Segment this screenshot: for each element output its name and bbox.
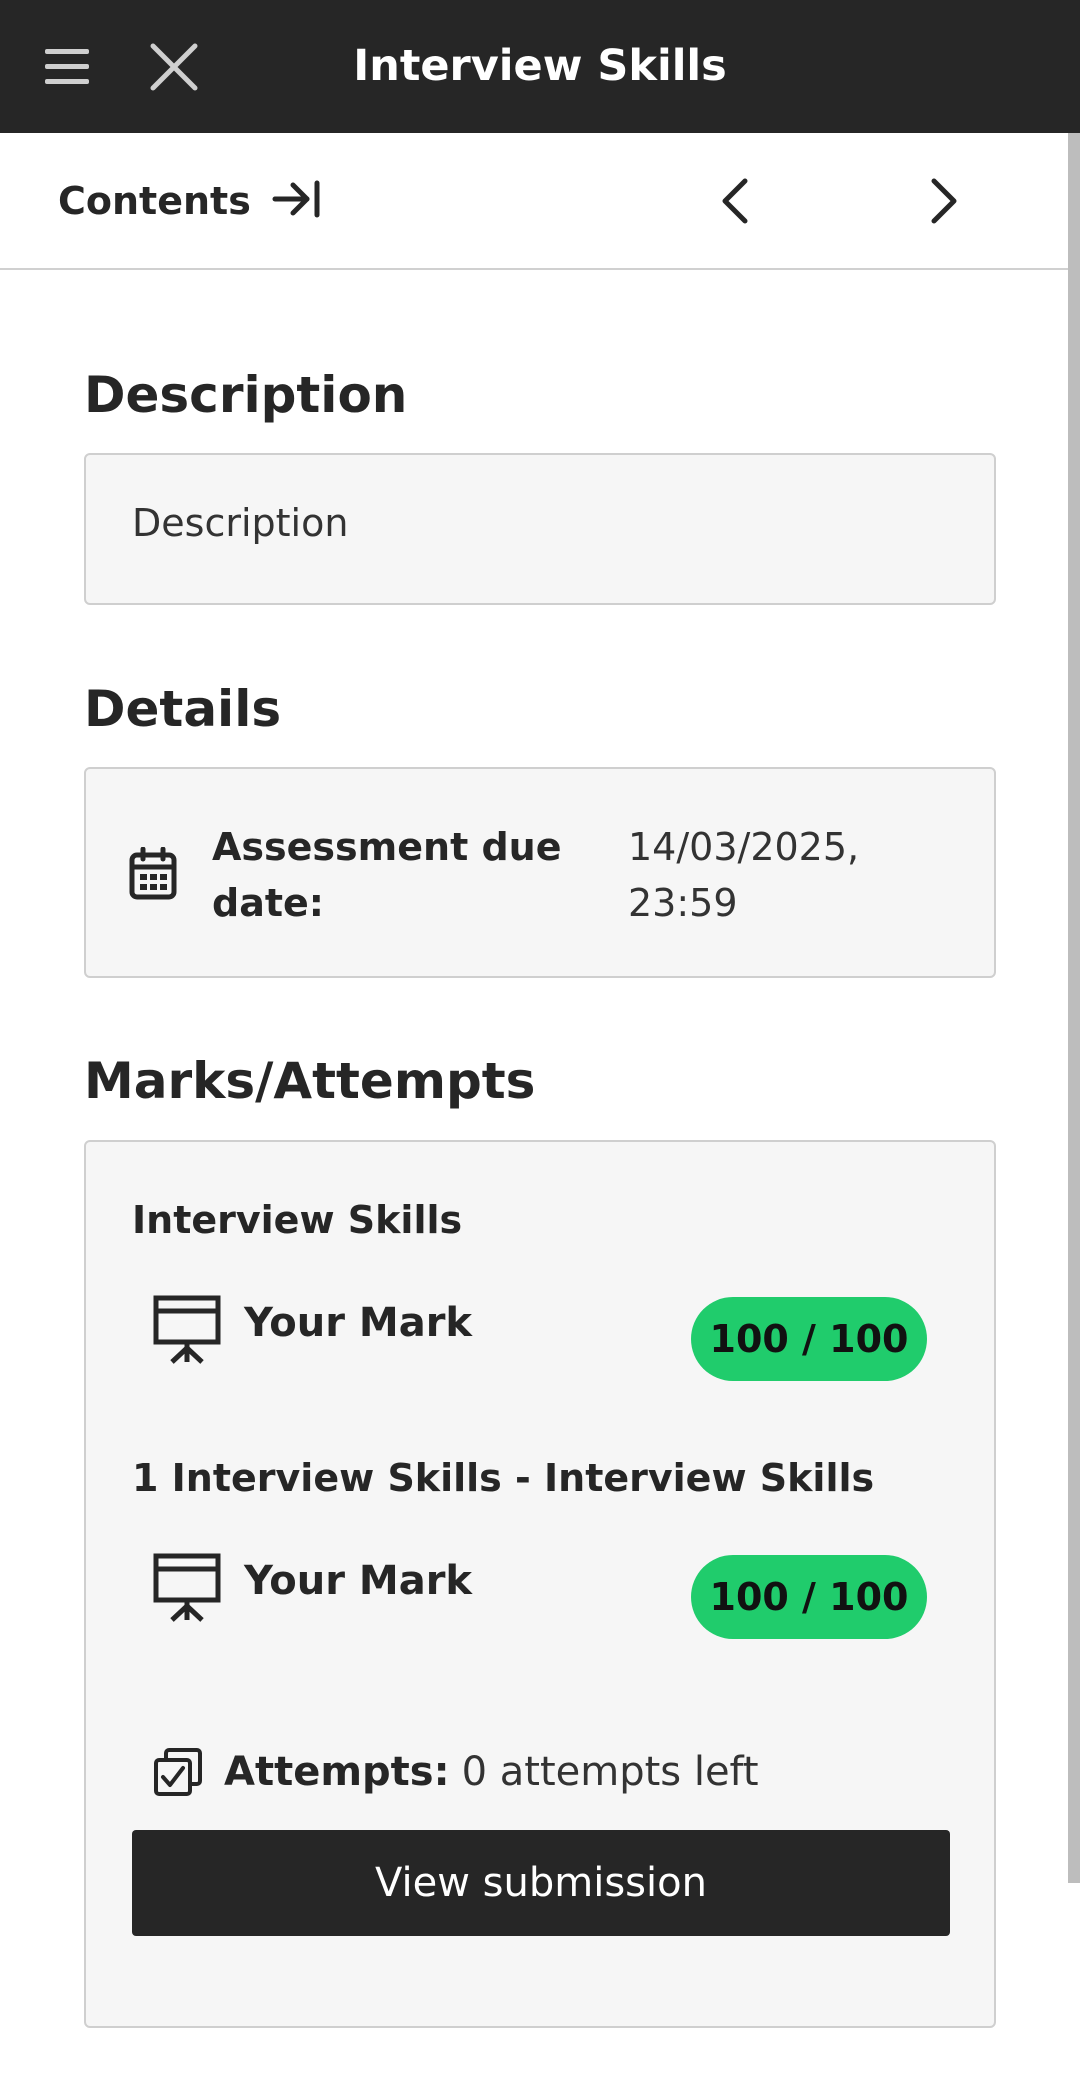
presentation-board-icon bbox=[152, 1552, 222, 1622]
attempts-row: Attempts: 0 attempts left bbox=[152, 1742, 759, 1802]
score-badge: 100 / 100 bbox=[691, 1555, 927, 1639]
content-nav-bar: Contents bbox=[0, 133, 1068, 270]
description-heading: Description bbox=[84, 366, 408, 424]
checkbox-stack-icon bbox=[152, 1746, 204, 1798]
details-box: Assessment due date: 14/03/2025, 23:59 bbox=[84, 767, 996, 978]
your-mark-label: Your Mark bbox=[244, 1558, 473, 1604]
calendar-icon bbox=[128, 846, 178, 901]
attempts-value: 0 attempts left bbox=[461, 1749, 759, 1795]
scrollbar[interactable] bbox=[1068, 133, 1080, 1883]
attempts-label: Attempts: bbox=[224, 1749, 450, 1795]
contents-label: Contents bbox=[58, 179, 251, 223]
your-mark-label: Your Mark bbox=[244, 1300, 473, 1346]
arrow-to-right-bar-icon bbox=[271, 177, 323, 225]
marks-box: Interview Skills Your Mark 100 / 100 1 I… bbox=[84, 1140, 996, 2028]
page-title: Interview Skills bbox=[353, 41, 727, 91]
top-bar: Interview Skills bbox=[0, 0, 1080, 133]
mark-item-title: Interview Skills bbox=[132, 1198, 463, 1242]
due-date-value: 14/03/2025, 23:59 bbox=[628, 825, 860, 925]
view-submission-button[interactable]: View submission bbox=[132, 1830, 950, 1936]
details-heading: Details bbox=[84, 680, 282, 738]
chevron-left-icon[interactable] bbox=[705, 169, 769, 233]
chevron-right-icon[interactable] bbox=[910, 169, 974, 233]
score-badge: 100 / 100 bbox=[691, 1297, 927, 1381]
marks-heading: Marks/Attempts bbox=[84, 1052, 536, 1110]
presentation-board-icon bbox=[152, 1294, 222, 1364]
description-box: Description bbox=[84, 453, 996, 605]
due-date-label: Assessment due date: bbox=[212, 825, 562, 925]
scrollbar-track bbox=[1068, 1883, 1080, 2099]
description-text: Description bbox=[132, 501, 349, 545]
mark-item-title: 1 Interview Skills - Interview Skills bbox=[132, 1456, 875, 1500]
contents-button[interactable]: Contents bbox=[58, 171, 323, 231]
